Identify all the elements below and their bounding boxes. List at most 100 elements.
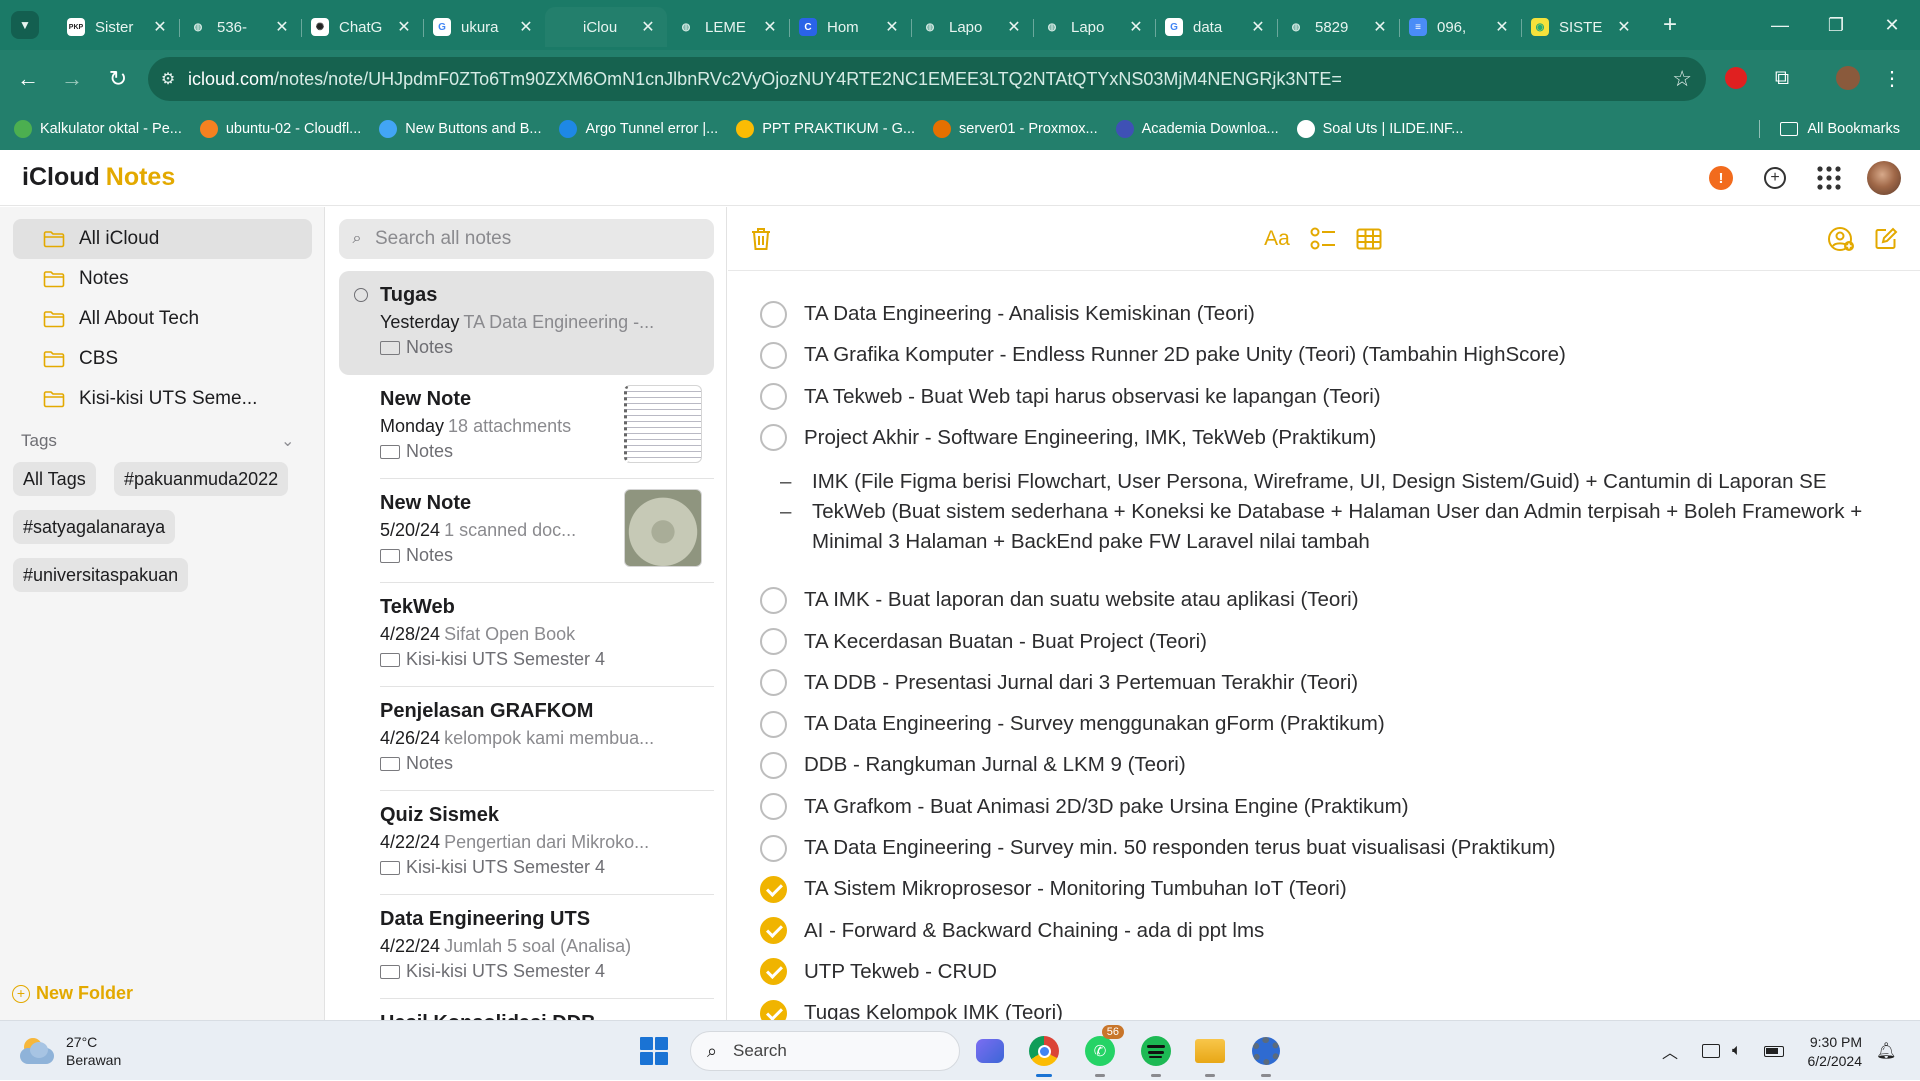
tab-search-button[interactable]: ▼ — [11, 11, 39, 39]
app-launcher-button[interactable] — [1814, 163, 1844, 193]
tag-chip[interactable]: #satyagalanaraya — [13, 510, 176, 544]
taskbar-search[interactable]: ⌕ Search — [690, 1031, 960, 1071]
add-button[interactable]: + — [1760, 163, 1790, 193]
checklist-text[interactable]: TA Tekweb - Buat Web tapi harus observas… — [804, 385, 1381, 409]
checklist-text[interactable]: DDB - Rangkuman Jurnal & LKM 9 (Teori) — [804, 753, 1186, 777]
close-tab-icon[interactable]: ✕ — [1005, 17, 1023, 37]
icloud-notes-logo[interactable]: iCloud Notes — [20, 163, 175, 192]
browser-tab[interactable]: ◍ Lapo ✕ — [1033, 7, 1155, 47]
sidebar-folder[interactable]: CBS — [13, 339, 312, 379]
checklist-text[interactable]: TA Sistem Mikroprosesor - Monitoring Tum… — [804, 877, 1347, 901]
unchecked-circle-icon[interactable] — [760, 834, 787, 862]
battery-button[interactable] — [1764, 1021, 1784, 1081]
unchecked-circle-icon[interactable] — [760, 341, 787, 369]
browser-tab[interactable]: ◍ Lapo ✕ — [911, 7, 1033, 47]
checklist-text[interactable]: TA Data Engineering - Survey menggunakan… — [804, 712, 1385, 736]
note-list-item[interactable]: Penjelasan GRAFKOM 4/26/24 kelompok kami m… — [339, 687, 714, 791]
checklist-text[interactable]: Project Akhir - Software Engineering, IM… — [804, 426, 1376, 450]
delete-button[interactable] — [745, 223, 777, 255]
note-list-item[interactable]: Hasil Konsolidasi DDB, ... — [339, 999, 714, 1020]
tags-collapse-button[interactable]: ⌄ — [281, 431, 294, 451]
checklist-text[interactable]: TA DDB - Presentasi Jurnal dari 3 Pertem… — [804, 671, 1358, 695]
bookmark-item[interactable]: Argo Tunnel error |... — [559, 120, 718, 138]
bookmark-item[interactable]: Kalkulator oktal - Pe... — [14, 120, 182, 138]
browser-tab[interactable]: Gukura ✕ — [423, 7, 545, 47]
close-tab-icon[interactable]: ✕ — [883, 17, 901, 37]
unchecked-circle-icon[interactable] — [760, 586, 787, 614]
note-list-item[interactable]: TekWeb 4/28/24 Sifat Open Book Kisi-kisi UT… — [339, 583, 714, 687]
note-list-item[interactable]: Tugas Yesterday TA Data Engineering -... No… — [339, 271, 714, 375]
weather-widget[interactable]: 27°C Berawan — [20, 1033, 121, 1069]
checked-circle-icon[interactable] — [760, 875, 787, 903]
sidebar-folder[interactable]: All iCloud — [13, 219, 312, 259]
bookmark-item[interactable]: Soal Uts | ILIDE.INF... — [1296, 120, 1463, 138]
browser-tab[interactable]: C Hom ✕ — [789, 7, 911, 47]
unchecked-circle-icon[interactable] — [760, 300, 787, 328]
bookmark-item[interactable]: New Buttons and B... — [379, 120, 541, 138]
checklist-text[interactable]: TA IMK - Buat laporan dan suatu website … — [804, 588, 1359, 612]
table-button[interactable] — [1353, 223, 1385, 255]
clock[interactable]: 9:30 PM 6/2/2024 — [1808, 1033, 1863, 1071]
checklist-text[interactable]: TA Data Engineering - Analisis Kemiskina… — [804, 302, 1255, 326]
extensions-button[interactable]: ⧉ — [1762, 58, 1802, 98]
close-tab-icon[interactable]: ✕ — [761, 17, 779, 37]
bookmark-star-icon[interactable]: ☆ — [1672, 66, 1692, 92]
browser-tab[interactable]: PKP Sister ✕ — [57, 7, 179, 47]
browser-tab[interactable]: ◍ 536- ✕ — [179, 7, 301, 47]
site-info-icon[interactable]: ⚙ — [148, 69, 188, 89]
minimize-button[interactable]: — — [1752, 0, 1808, 50]
unchecked-circle-icon[interactable] — [760, 669, 787, 697]
restore-button[interactable]: ❐ — [1808, 0, 1864, 50]
checklist-text[interactable]: AI - Forward & Backward Chaining - ada d… — [804, 919, 1264, 943]
note-list-item[interactable]: Quiz Sismek 4/22/24 Pengertian dari Mikrok… — [339, 791, 714, 895]
close-tab-icon[interactable]: ✕ — [1127, 17, 1145, 37]
settings-button[interactable] — [1248, 1033, 1284, 1077]
whatsapp-button[interactable]: ✆ 56 — [1082, 1025, 1124, 1077]
sidebar-folder[interactable]: Notes — [13, 259, 312, 299]
new-tab-button[interactable]: + — [1655, 11, 1685, 39]
checklist-text[interactable]: TA Data Engineering - Survey min. 50 res… — [804, 836, 1556, 860]
volume-button[interactable]: 🔈︎ — [1732, 1021, 1742, 1081]
all-bookmarks-button[interactable]: All Bookmarks — [1780, 108, 1900, 150]
forward-button[interactable]: → — [52, 59, 92, 99]
notifications-button[interactable]: 🔔︎ — [1876, 1021, 1896, 1081]
unchecked-circle-icon[interactable] — [760, 710, 787, 738]
close-tab-icon[interactable]: ✕ — [151, 17, 169, 37]
account-button[interactable] — [1866, 160, 1902, 196]
file-explorer-button[interactable] — [1192, 1033, 1228, 1077]
note-list-item[interactable]: New Note 5/20/24 1 scanned doc... Notes — [339, 479, 714, 583]
search-field[interactable]: ⌕ Search all notes — [339, 219, 714, 259]
close-tab-icon[interactable]: ✕ — [517, 17, 535, 37]
close-tab-icon[interactable]: ✕ — [1493, 17, 1511, 37]
note-list-item[interactable]: Data Engineering UTS 4/22/24 Jumlah 5 soal… — [339, 895, 714, 999]
unchecked-circle-icon[interactable] — [760, 751, 787, 779]
spotify-button[interactable] — [1138, 1033, 1174, 1077]
extension-button[interactable] — [1716, 58, 1756, 98]
sidebar-folder[interactable]: All About Tech — [13, 299, 312, 339]
teams-button[interactable] — [972, 1033, 1008, 1069]
browser-tab[interactable]: iClou ✕ — [545, 7, 667, 47]
checked-circle-icon[interactable] — [760, 917, 787, 945]
bullet-text[interactable]: TekWeb (Buat sistem sederhana + Koneksi … — [812, 497, 1892, 557]
network-button[interactable] — [1702, 1021, 1720, 1081]
bookmark-item[interactable]: server01 - Proxmox... — [933, 120, 1098, 138]
unchecked-circle-icon[interactable] — [760, 628, 787, 655]
new-folder-button[interactable]: + New Folder — [12, 983, 133, 1004]
close-tab-icon[interactable]: ✕ — [639, 17, 657, 37]
compose-button[interactable] — [1870, 223, 1902, 255]
unchecked-circle-icon[interactable] — [760, 383, 787, 411]
profile-button[interactable] — [1828, 58, 1868, 98]
bookmark-item[interactable]: ubuntu-02 - Cloudfl... — [199, 120, 361, 138]
close-window-button[interactable]: ✕ — [1864, 0, 1920, 50]
browser-tab[interactable]: ≡ 096, ✕ — [1399, 7, 1521, 47]
browser-menu-button[interactable]: ⋮ — [1872, 58, 1912, 98]
close-tab-icon[interactable]: ✕ — [1249, 17, 1267, 37]
alert-button[interactable]: ! — [1706, 163, 1736, 193]
bullet-text[interactable]: IMK (File Figma berisi Flowchart, User P… — [812, 467, 1892, 497]
address-bar[interactable]: ⚙ icloud.com/notes/note/UHJpdmF0ZTo6Tm90… — [148, 57, 1706, 101]
browser-tab[interactable]: Gdata ✕ — [1155, 7, 1277, 47]
close-tab-icon[interactable]: ✕ — [395, 17, 413, 37]
browser-tab[interactable]: ◉ SISTE ✕ — [1521, 7, 1643, 47]
unchecked-circle-icon[interactable] — [760, 424, 787, 452]
note-list-item[interactable]: New Note Monday 18 attachments Notes — [339, 375, 714, 479]
